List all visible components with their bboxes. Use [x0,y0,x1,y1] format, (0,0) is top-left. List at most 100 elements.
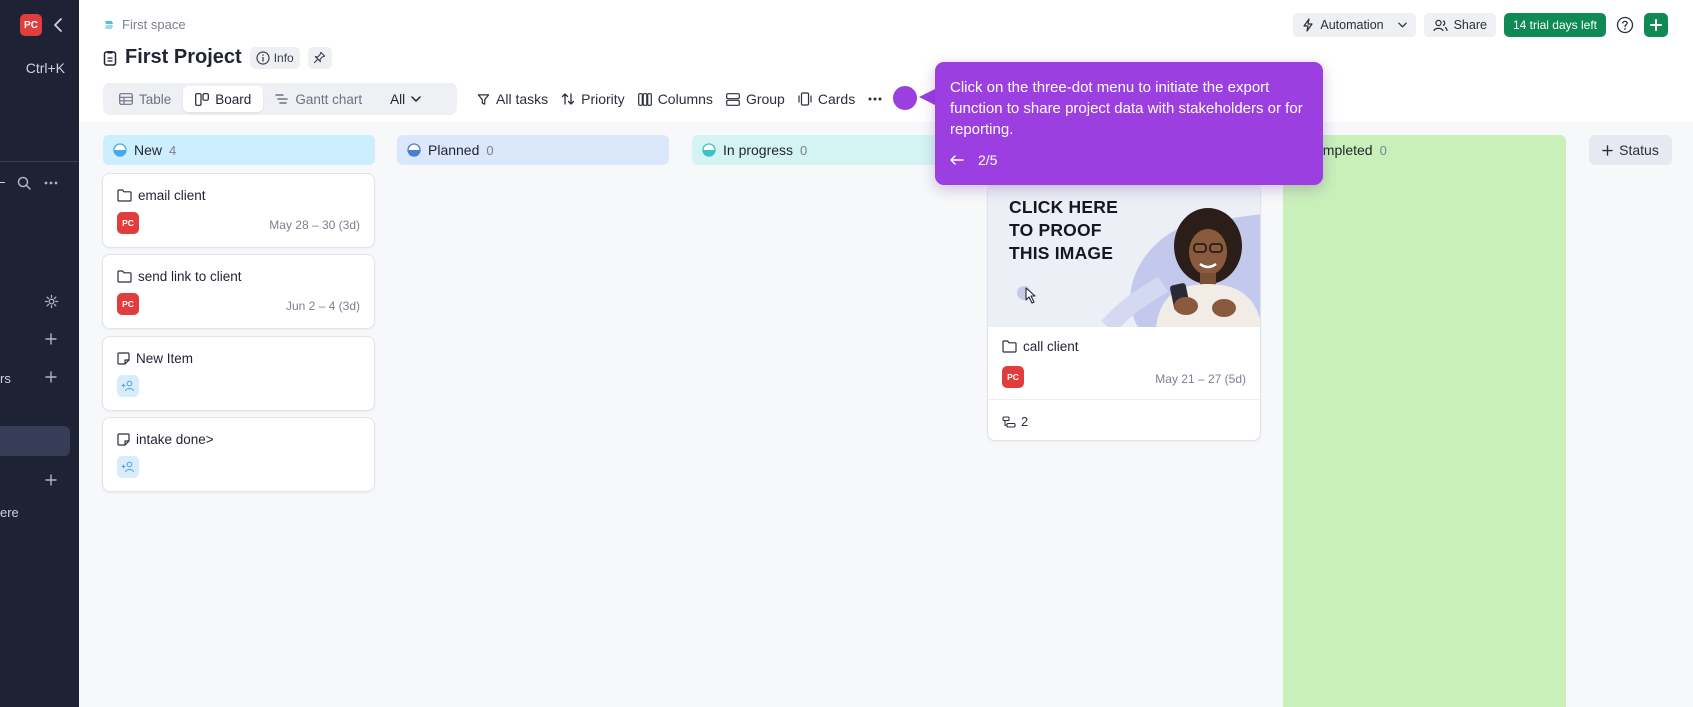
gear-icon[interactable] [43,293,59,309]
add-icon[interactable] [43,331,59,347]
column-completed-body [1283,135,1566,707]
info-label: Info [273,50,294,65]
title-row: First Project Info [103,46,332,69]
table-icon [119,93,133,105]
guide-tooltip: Click on the three-dot menu to initiate … [935,62,1323,185]
filter-icon [477,93,490,105]
chevron-down-icon [411,96,421,102]
cards-icon [798,92,812,106]
sidebar-item-active[interactable] [0,426,70,456]
task-card[interactable]: email client PC May 28 – 30 (3d) [102,173,375,248]
card-title: email client [117,188,206,203]
sort-icon [561,93,575,105]
cover-text: CLICK HERE TO PROOF THIS IMAGE [1009,197,1118,263]
board-icon [195,92,210,106]
avatar[interactable]: PC [117,293,139,315]
subtasks-count[interactable]: 2 [1002,414,1028,429]
add-user-icon [121,461,135,473]
share-button[interactable]: Share [1423,13,1496,37]
task-card-with-cover[interactable]: CLICK HERE TO PROOF THIS IMAGE call clie… [987,183,1261,441]
group-button[interactable]: Group [726,87,785,111]
filter-label: All tasks [496,91,549,107]
card-title: call client [1002,339,1079,354]
avatar[interactable]: PC [1002,366,1024,388]
sort-button[interactable]: Priority [561,87,625,111]
card-cover-image[interactable]: CLICK HERE TO PROOF THIS IMAGE [988,184,1260,327]
column-name: Planned [428,142,480,158]
gantt-icon [275,94,289,104]
lightning-icon [1303,18,1313,32]
automation-button[interactable]: Automation [1293,13,1416,37]
sidebar-clipped-label[interactable]: ere [0,505,19,520]
card-date: May 28 – 30 (3d) [269,218,360,232]
three-dot-menu-button[interactable] [868,87,888,111]
cards-button[interactable]: Cards [798,87,855,111]
card-title-text: send link to client [138,269,242,284]
collapse-sidebar-icon[interactable] [50,15,68,35]
assign-user-button[interactable] [117,375,139,397]
task-card[interactable]: intake done> [102,417,375,492]
column-header-new[interactable]: New 4 [103,135,375,165]
help-button[interactable] [1614,14,1636,36]
card-title: send link to client [117,269,242,284]
tab-board[interactable]: Board [183,86,264,112]
column-name: New [134,142,163,158]
pin-button[interactable] [307,46,332,69]
tooltip-arrow [919,89,935,105]
chevron-down-icon [1397,22,1407,28]
add-button[interactable] [1644,13,1668,37]
status-planned-icon [407,143,421,157]
task-card[interactable]: send link to client PC Jun 2 – 4 (3d) [102,254,375,329]
group-icon [726,92,740,106]
share-label: Share [1453,18,1487,32]
search-icon[interactable] [16,175,32,191]
view-selector[interactable]: All [378,86,433,112]
column-header-in-progress[interactable]: In progress 0 [692,135,964,165]
sidebar-divider [0,161,79,162]
more-icon[interactable] [43,175,59,191]
sidebar-dash [0,182,5,183]
search-shortcut[interactable]: Ctrl+K [26,60,65,76]
page-title: First Project [125,46,242,68]
help-icon [1616,16,1634,34]
card-date: May 21 – 27 (5d) [1155,372,1246,386]
add-icon[interactable] [43,472,59,488]
avatar[interactable]: PC [117,212,139,234]
status-in-progress-icon [702,143,716,157]
subtasks-count-text: 2 [1021,414,1029,429]
breadcrumb[interactable]: First space [103,17,186,32]
add-status-button[interactable]: Status [1589,135,1672,165]
project-icon [103,50,117,66]
add-user-icon [121,380,135,392]
tab-table[interactable]: Table [107,86,183,112]
info-button[interactable]: Info [249,46,300,69]
tab-board-label: Board [215,91,252,107]
column-header-planned[interactable]: Planned 0 [397,135,669,165]
card-title: New Item [117,351,193,366]
breadcrumb-space[interactable]: First space [122,17,186,32]
column-header-completed[interactable]: ompleted 0 [1315,135,1515,165]
sidebar-clipped-label[interactable]: rs [0,371,11,386]
columns-button[interactable]: Columns [637,87,713,111]
task-card[interactable]: New Item [102,336,375,411]
pin-icon [314,51,326,64]
card-title: intake done> [117,432,214,447]
back-arrow-icon[interactable] [950,155,964,165]
folder-icon [117,270,132,283]
plus-icon [1602,144,1613,156]
column-count: 0 [486,142,494,158]
project-header: First space First Project Info Table Boa… [79,0,1693,122]
header-actions: Automation Share 14 trial days left [1293,13,1668,37]
add-icon[interactable] [43,369,59,385]
view-tabs: Table Board Gantt chart All [103,83,457,115]
folder-icon [117,189,132,202]
filter-button[interactable]: All tasks [477,87,548,111]
workspace-logo[interactable]: PC [20,14,42,36]
folder-icon [1002,340,1017,353]
trial-badge[interactable]: 14 trial days left [1503,13,1606,37]
tab-gantt[interactable]: Gantt chart [263,86,374,112]
tooltip-text: Click on the three-dot menu to initiate … [950,79,1303,138]
assign-user-button[interactable] [117,456,139,478]
card-title-text: New Item [136,351,194,366]
automation-label: Automation [1320,18,1384,32]
